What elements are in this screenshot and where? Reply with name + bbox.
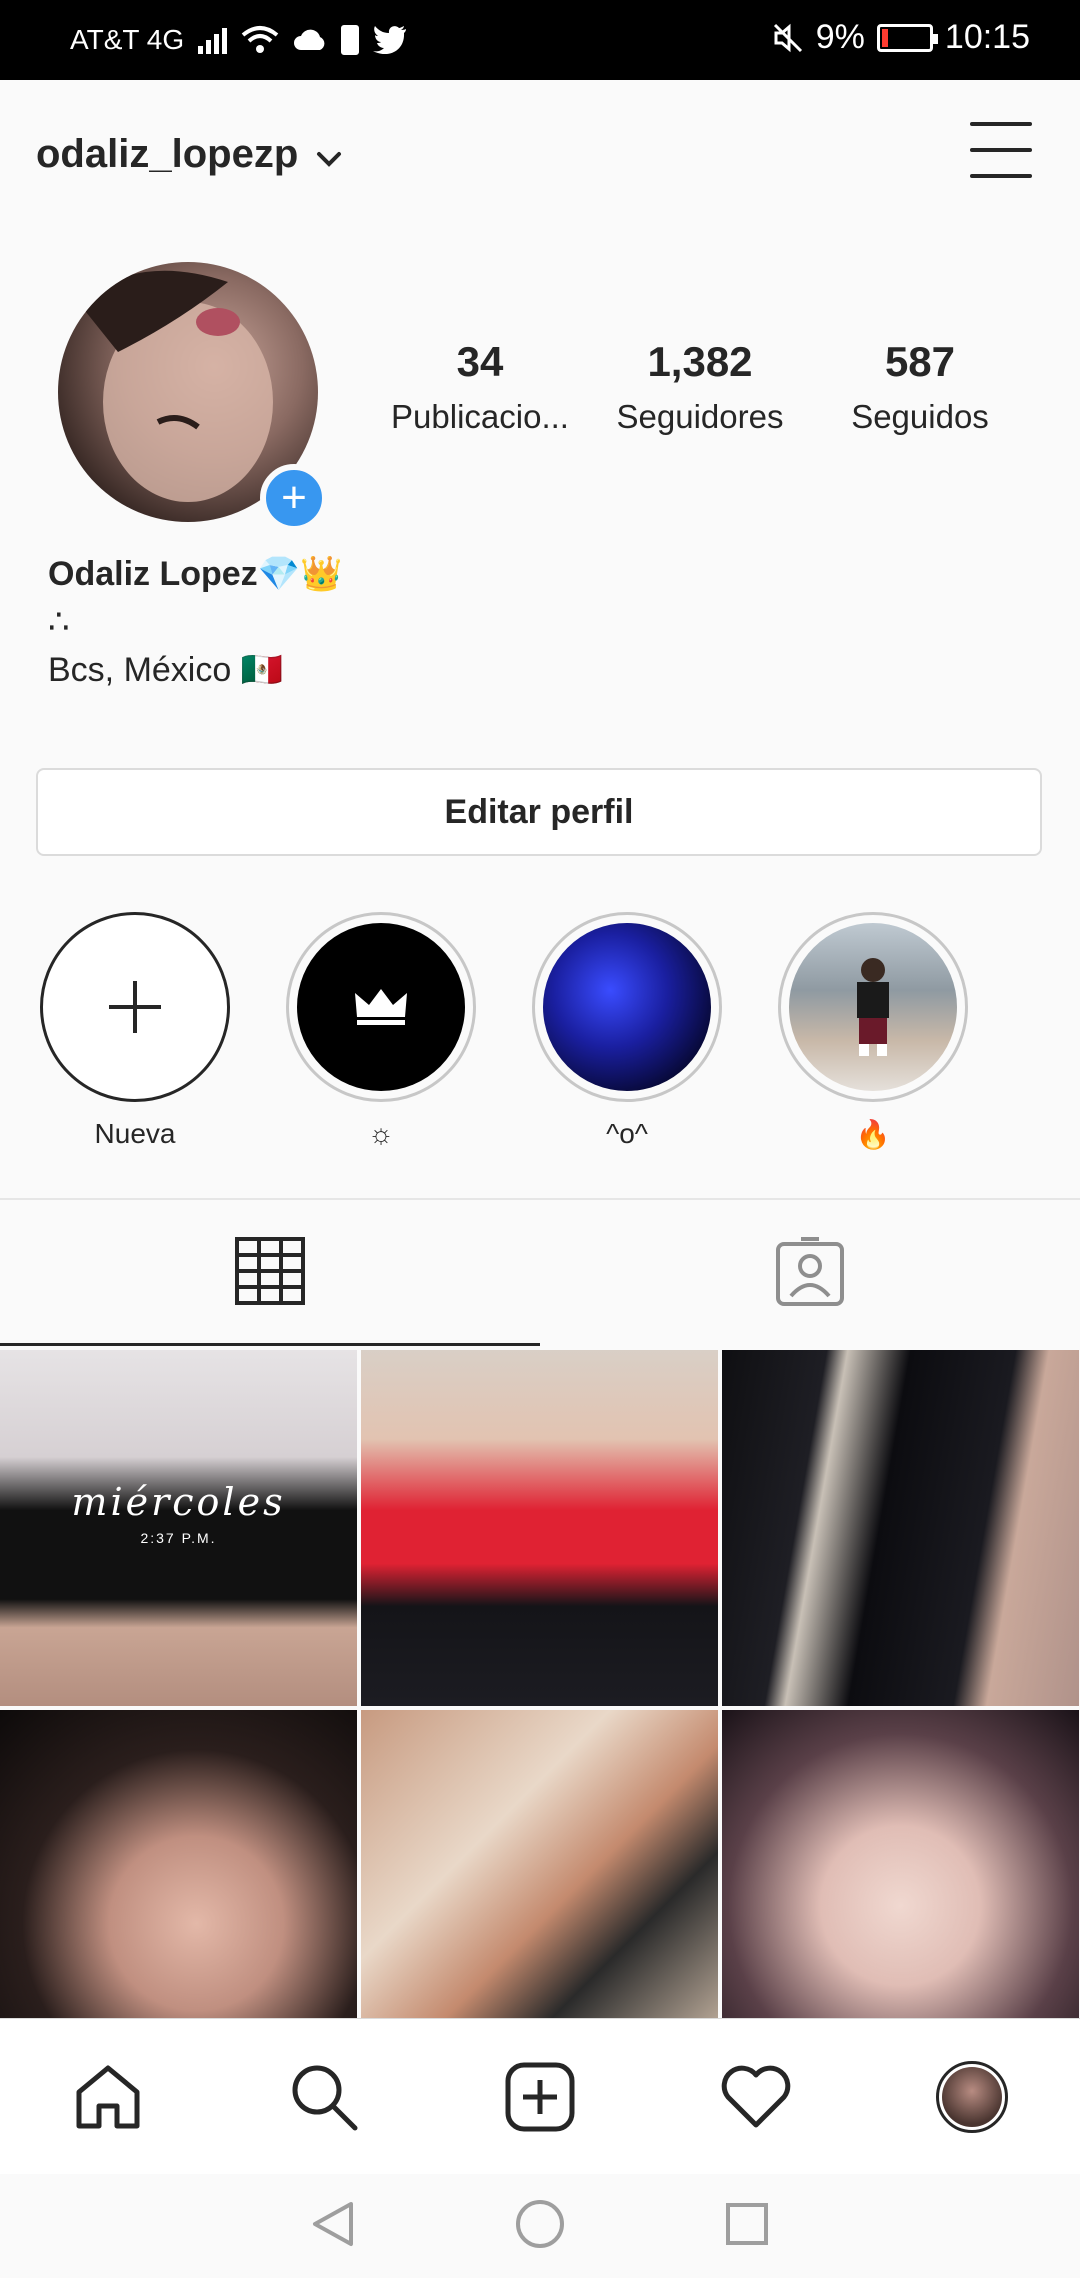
- highlight-label: ☼: [368, 1118, 394, 1149]
- highlight-cover[interactable]: [286, 912, 476, 1102]
- tagged-icon: [775, 1236, 845, 1311]
- highlight-image: [789, 923, 957, 1091]
- bio-text: ∴: [48, 603, 70, 641]
- add-post-icon[interactable]: [490, 2047, 590, 2147]
- posts-grid: miércoles 2:37 P.M.: [0, 1350, 1080, 2066]
- post-thumbnail[interactable]: [0, 1710, 357, 2066]
- highlight-item[interactable]: ☼: [286, 912, 476, 1151]
- post-subcaption: 2:37 P.M.: [140, 1530, 217, 1546]
- post-thumbnail[interactable]: [361, 1350, 718, 1706]
- highlight-image: [543, 923, 711, 1091]
- home-icon[interactable]: [58, 2047, 158, 2147]
- profile-stats: 34 Publicacio... 1,382 Seguidores 587 Se…: [370, 338, 1030, 436]
- cloud-icon: [293, 22, 327, 58]
- edit-profile-button[interactable]: Editar perfil: [36, 768, 1042, 856]
- highlight-new[interactable]: Nueva: [40, 912, 230, 1151]
- search-icon[interactable]: [274, 2047, 374, 2147]
- hamburger-menu-icon[interactable]: [970, 122, 1032, 178]
- post-thumbnail[interactable]: [722, 1350, 1079, 1706]
- display-name: Odaliz Lopez💎👑: [48, 555, 343, 593]
- home-circle-icon[interactable]: [515, 2199, 565, 2254]
- highlight-cover[interactable]: [532, 912, 722, 1102]
- posts-count[interactable]: 34 Publicacio...: [370, 338, 590, 436]
- following-count[interactable]: 587 Seguidos: [810, 338, 1030, 436]
- signal-icon: [198, 26, 228, 54]
- activity-heart-icon[interactable]: [706, 2047, 806, 2147]
- wifi-icon: [241, 22, 279, 58]
- chevron-down-icon: [316, 132, 342, 177]
- battery-percent: 9%: [815, 18, 865, 56]
- stat-label: Publicacio...: [391, 398, 569, 435]
- profile-avatar-container[interactable]: +: [58, 262, 328, 532]
- add-story-button[interactable]: +: [260, 464, 328, 532]
- profile-avatar[interactable]: [922, 2047, 1022, 2147]
- story-highlights: Nueva ☼ ^o^ 🔥: [40, 912, 968, 1151]
- battery-saver-icon: [341, 25, 360, 55]
- status-bar: AT&T 4G 9% 10:15: [0, 0, 1080, 80]
- clock: 10:15: [944, 18, 1030, 56]
- bottom-navigation: [0, 2018, 1080, 2174]
- battery-icon: [876, 23, 938, 52]
- grid-icon: [235, 1236, 305, 1310]
- stat-value: 1,382: [647, 338, 753, 385]
- crown-icon: [297, 923, 465, 1091]
- stat-value: 587: [884, 338, 956, 385]
- recents-icon[interactable]: [725, 2202, 769, 2251]
- post-thumbnail[interactable]: [722, 1710, 1079, 2066]
- tab-grid[interactable]: [0, 1200, 540, 1346]
- username: odaliz_lopezp: [36, 132, 299, 176]
- stat-value: 34: [456, 338, 504, 385]
- highlight-label: 🔥: [855, 1119, 891, 1150]
- followers-count[interactable]: 1,382 Seguidores: [590, 338, 810, 436]
- post-caption: miércoles: [71, 1480, 286, 1524]
- system-navigation: [0, 2174, 1080, 2278]
- username-switcher[interactable]: odaliz_lopezp: [36, 132, 342, 177]
- highlight-item[interactable]: 🔥: [778, 912, 968, 1151]
- twitter-icon: [373, 22, 407, 58]
- profile-bio: Odaliz Lopez💎👑 ∴ Bcs, México 🇲🇽: [48, 550, 342, 694]
- post-thumbnail[interactable]: [361, 1710, 718, 2066]
- stat-label: Seguidos: [851, 398, 989, 435]
- back-icon[interactable]: [311, 2200, 355, 2253]
- location-text: Bcs, México 🇲🇽: [48, 651, 284, 689]
- highlight-label: Nueva: [94, 1118, 176, 1149]
- carrier-label: AT&T 4G: [70, 24, 185, 55]
- mute-icon: [772, 20, 804, 56]
- profile-header: odaliz_lopezp: [0, 80, 1080, 230]
- highlight-label: ^o^: [606, 1118, 648, 1149]
- highlight-item[interactable]: ^o^: [532, 912, 722, 1151]
- stat-label: Seguidores: [616, 398, 784, 435]
- post-thumbnail[interactable]: miércoles 2:37 P.M.: [0, 1350, 357, 1706]
- plus-icon[interactable]: [40, 912, 230, 1102]
- profile-tabs: [0, 1198, 1080, 1346]
- highlight-cover[interactable]: [778, 912, 968, 1102]
- tab-tagged[interactable]: [540, 1200, 1080, 1346]
